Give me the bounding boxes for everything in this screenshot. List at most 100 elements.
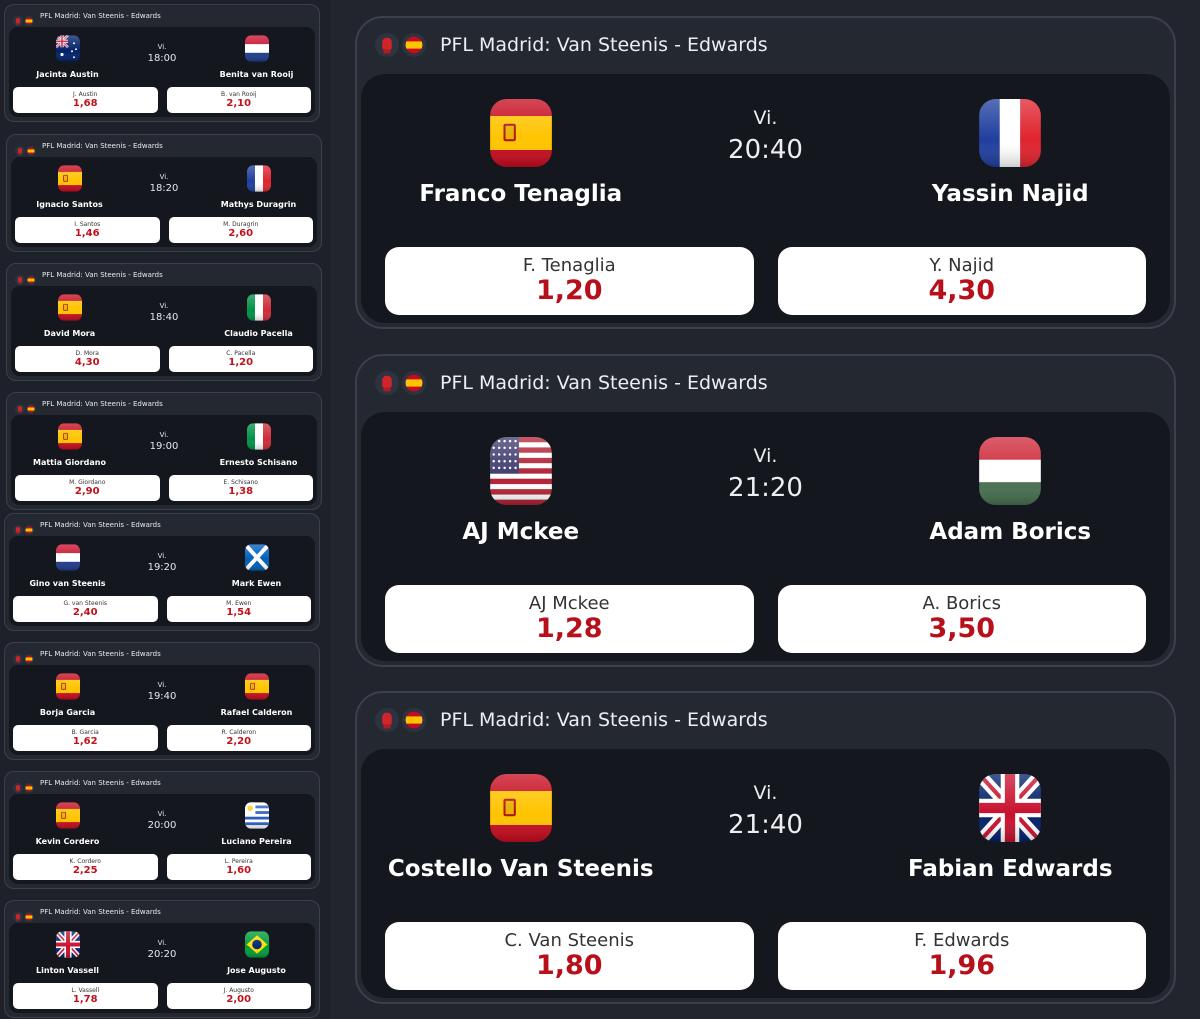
italy-flag-icon xyxy=(246,423,271,450)
away-odds-button[interactable]: M. Duragrin 2,60 xyxy=(168,217,313,243)
spain-flag-icon xyxy=(24,649,34,664)
event-card[interactable]: PFL Madrid: Van Steenis - Edwards Linton… xyxy=(4,900,320,1018)
away-fighter-name: Fabian Edwards xyxy=(907,856,1113,882)
spain-flag-icon xyxy=(24,907,34,922)
spain-flag-icon xyxy=(489,99,552,167)
spain-flag-icon xyxy=(24,520,34,535)
spain-flag-icon xyxy=(26,270,36,285)
event-day: Vi. xyxy=(157,552,167,560)
spain-flag-icon xyxy=(26,141,36,156)
event-header: PFL Madrid: Van Steenis - Edwards xyxy=(5,514,319,536)
spain-flag-icon xyxy=(402,708,426,732)
spain-flag-icon xyxy=(57,423,82,450)
odds-value: 2,90 xyxy=(74,485,100,497)
event-card[interactable]: PFL Madrid: Van Steenis - Edwards Kevin … xyxy=(4,771,320,889)
odds-value: 2,10 xyxy=(226,97,252,109)
home-odds-button[interactable]: J. Austin 1,68 xyxy=(13,87,158,113)
home-odds-button[interactable]: K. Cordero 2,25 xyxy=(13,854,158,880)
away-fighter-name: Mark Ewen xyxy=(231,579,282,588)
spain-flag-icon xyxy=(402,33,426,57)
away-odds-button[interactable]: L. Pereira 1,60 xyxy=(166,854,311,880)
boxing-glove-icon xyxy=(375,708,399,732)
home-fighter-name: Franco Tenaglia xyxy=(419,181,623,207)
odds-value: 1,80 xyxy=(535,950,603,982)
spain-flag-icon xyxy=(55,802,80,829)
home-odds-button[interactable]: L. Vassell 1,78 xyxy=(13,983,158,1009)
spain-flag-icon xyxy=(57,165,82,192)
odds-value: 4,30 xyxy=(74,356,100,368)
event-card[interactable]: PFL Madrid: Van Steenis - Edwards Ignaci… xyxy=(6,134,322,252)
home-fighter-name: Borja Garcia xyxy=(39,708,96,717)
usa-flag-icon xyxy=(489,437,552,505)
odds-value: 1,38 xyxy=(228,485,254,497)
away-odds-button[interactable]: M. Ewen 1,54 xyxy=(166,596,311,622)
featured-event-card[interactable]: PFL Madrid: Van Steenis - Edwards Costel… xyxy=(355,691,1176,1004)
event-time: 18:20 xyxy=(149,183,179,194)
event-header: PFL Madrid: Van Steenis - Edwards xyxy=(7,393,321,415)
event-card[interactable]: PFL Madrid: Van Steenis - Edwards David … xyxy=(6,263,322,381)
event-card[interactable]: PFL Madrid: Van Steenis - Edwards Mattia… xyxy=(6,392,322,510)
spain-flag-icon xyxy=(244,673,269,700)
away-fighter-name: Adam Borics xyxy=(929,519,1092,545)
event-card[interactable]: PFL Madrid: Van Steenis - Edwards Borja … xyxy=(4,642,320,760)
event-time: 19:40 xyxy=(147,691,177,702)
uk-flag-icon xyxy=(55,931,80,958)
event-time: 20:40 xyxy=(728,135,803,165)
odds-value: 2,20 xyxy=(226,735,252,747)
event-day: Vi. xyxy=(753,107,778,129)
event-title: PFL Madrid: Van Steenis - Edwards xyxy=(42,142,163,150)
home-odds-button[interactable]: B. Garcia 1,62 xyxy=(13,725,158,751)
event-title: PFL Madrid: Van Steenis - Edwards xyxy=(40,650,161,658)
featured-event-card[interactable]: PFL Madrid: Van Steenis - Edwards AJ Mck… xyxy=(355,354,1176,667)
australia-flag-icon xyxy=(55,35,80,62)
odds-value: 2,25 xyxy=(72,864,98,876)
netherlands-flag-icon xyxy=(55,544,80,571)
odds-value: 1,78 xyxy=(72,993,98,1005)
odds-value: 3,50 xyxy=(928,613,996,645)
spain-flag-icon xyxy=(57,294,82,321)
away-odds-button[interactable]: B. van Rooij 2,10 xyxy=(166,87,311,113)
odds-label: F. Edwards xyxy=(914,930,1010,952)
home-fighter-name: Mattia Giordano xyxy=(33,458,106,467)
away-odds-button[interactable]: R. Calderon 2,20 xyxy=(166,725,311,751)
event-day: Vi. xyxy=(157,810,167,818)
event-card[interactable]: PFL Madrid: Van Steenis - Edwards Jacint… xyxy=(4,4,320,122)
boxing-glove-icon xyxy=(13,520,23,535)
event-title: PFL Madrid: Van Steenis - Edwards xyxy=(440,372,768,394)
featured-event-card[interactable]: PFL Madrid: Van Steenis - Edwards Franco… xyxy=(355,16,1176,329)
event-day: Vi. xyxy=(159,173,169,181)
home-odds-button[interactable]: C. Van Steenis 1,80 xyxy=(385,922,754,990)
away-odds-button[interactable]: E. Schisano 1,38 xyxy=(168,475,313,501)
event-card[interactable]: PFL Madrid: Van Steenis - Edwards Gino v… xyxy=(4,513,320,631)
odds-value: 1,46 xyxy=(74,227,100,239)
event-header: PFL Madrid: Van Steenis - Edwards xyxy=(357,356,1174,410)
away-odds-button[interactable]: Y. Najid 4,30 xyxy=(777,247,1146,315)
odds-label: Y. Najid xyxy=(929,255,995,277)
event-title: PFL Madrid: Van Steenis - Edwards xyxy=(42,400,163,408)
home-fighter-name: David Mora xyxy=(43,329,96,338)
odds-value: 2,60 xyxy=(228,227,254,239)
spain-flag-icon xyxy=(26,399,36,414)
spain-flag-icon xyxy=(489,774,552,842)
odds-value: 1,60 xyxy=(226,864,252,876)
home-fighter-name: AJ Mckee xyxy=(462,519,580,545)
odds-label: A. Borics xyxy=(922,593,1001,615)
home-odds-button[interactable]: F. Tenaglia 1,20 xyxy=(385,247,754,315)
event-header: PFL Madrid: Van Steenis - Edwards xyxy=(357,693,1174,747)
away-odds-button[interactable]: J. Augusto 2,00 xyxy=(166,983,311,1009)
home-odds-button[interactable]: I. Santos 1,46 xyxy=(15,217,160,243)
event-header: PFL Madrid: Van Steenis - Edwards xyxy=(5,643,319,665)
uk-flag-icon xyxy=(979,774,1042,842)
home-odds-button[interactable]: G. van Steenis 2,40 xyxy=(13,596,158,622)
home-fighter-name: Linton Vassell xyxy=(36,966,99,975)
away-odds-button[interactable]: C. Pacella 1,20 xyxy=(168,346,313,372)
boxing-glove-icon xyxy=(15,270,25,285)
away-fighter-name: Rafael Calderon xyxy=(220,708,293,717)
home-odds-button[interactable]: D. Mora 4,30 xyxy=(15,346,160,372)
home-odds-button[interactable]: AJ Mckee 1,28 xyxy=(385,585,754,653)
away-odds-button[interactable]: A. Borics 3,50 xyxy=(777,585,1146,653)
hungary-flag-icon xyxy=(979,437,1042,505)
home-odds-button[interactable]: M. Giordano 2,90 xyxy=(15,475,160,501)
boxing-glove-icon xyxy=(375,33,399,57)
away-odds-button[interactable]: F. Edwards 1,96 xyxy=(777,922,1146,990)
